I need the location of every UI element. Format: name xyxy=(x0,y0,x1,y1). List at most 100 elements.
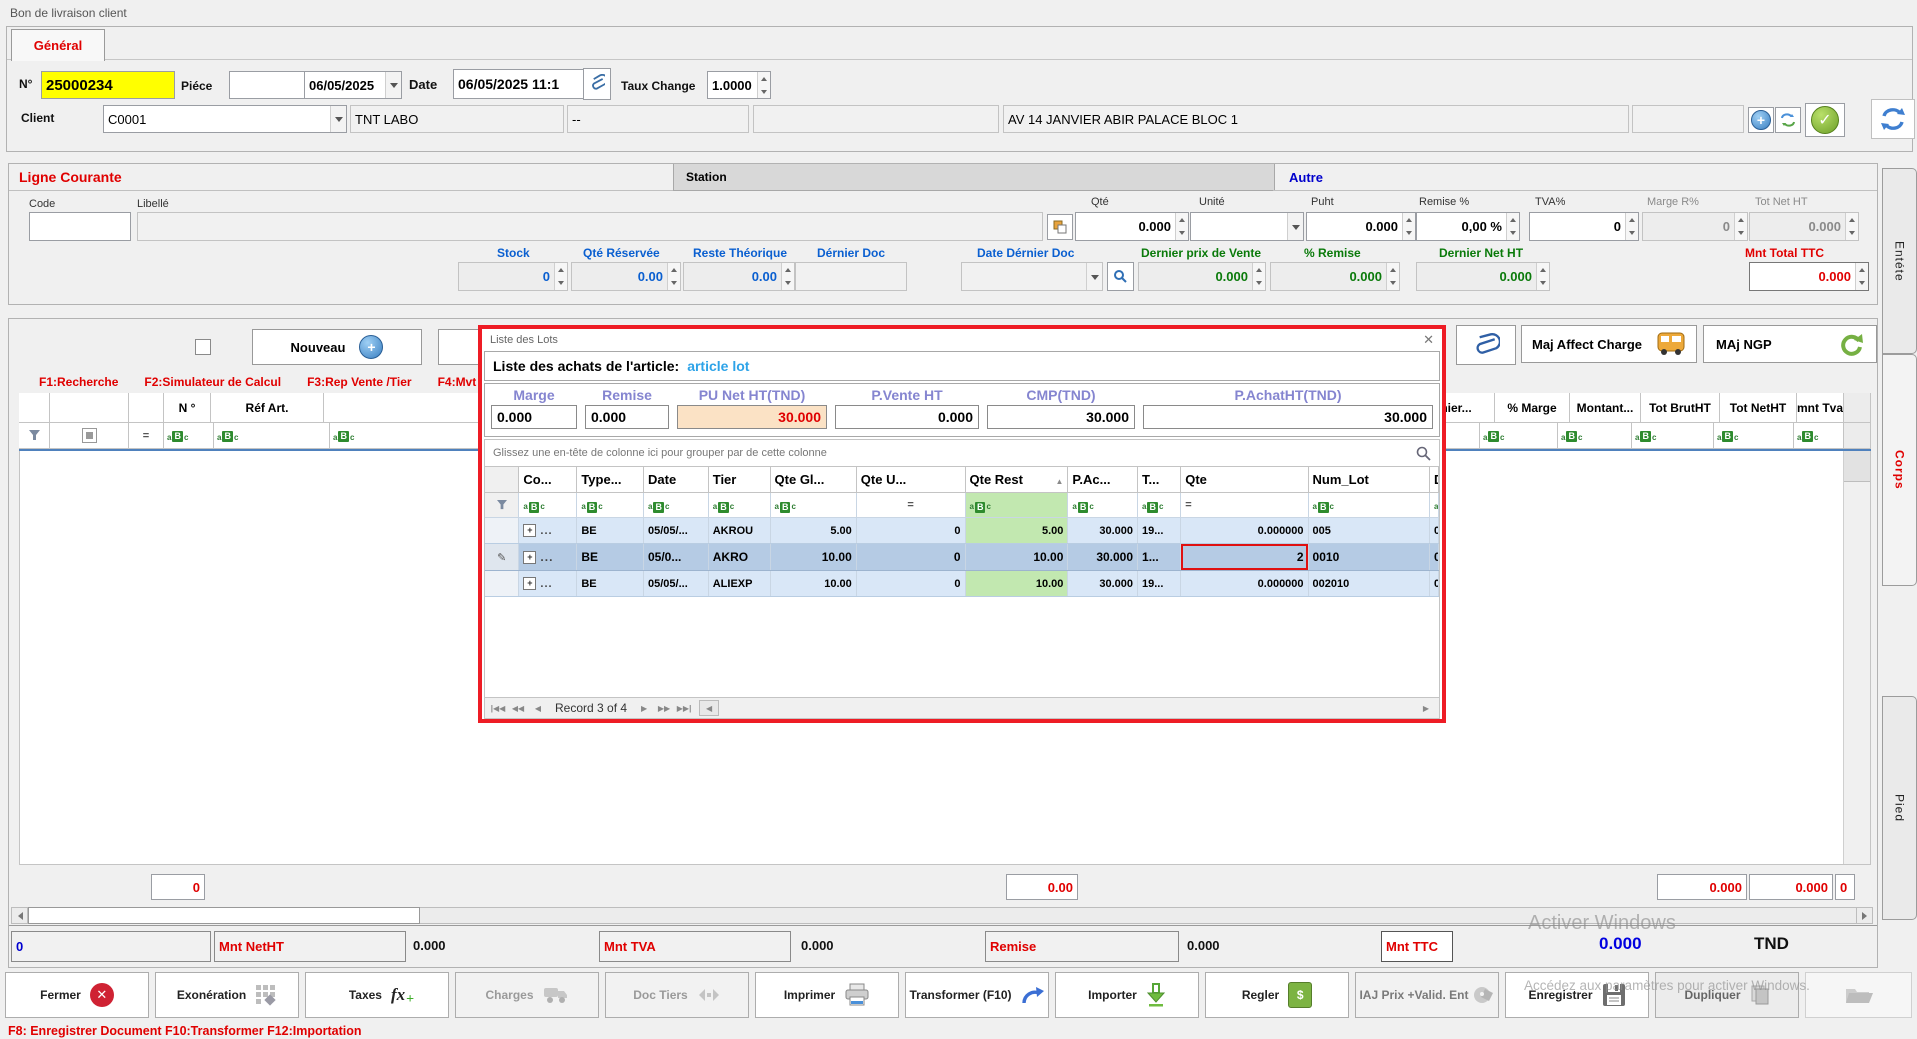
tva-input[interactable]: 0 xyxy=(1529,212,1639,241)
lot-filter-num-lot[interactable] xyxy=(1309,493,1430,517)
lot-filter-qte[interactable] xyxy=(1181,493,1308,517)
lot-col-qte-rest[interactable]: Qte Rest xyxy=(966,467,1069,493)
article-link[interactable]: article lot xyxy=(687,358,749,374)
chevron-down-icon[interactable] xyxy=(385,72,401,98)
remise-input[interactable]: 0,00 % xyxy=(1416,212,1520,241)
imprimer-button[interactable]: Imprimer xyxy=(755,972,899,1018)
nav-last-icon[interactable]: ▶▶| xyxy=(675,701,693,715)
tab-entete[interactable]: Entéte xyxy=(1882,168,1917,354)
lot-col-qte-u[interactable]: Qte U... xyxy=(857,467,966,493)
horizontal-scrollbar[interactable] xyxy=(11,907,1873,924)
col-tot-net[interactable]: Tot NetHT xyxy=(1720,393,1797,423)
importer-button[interactable]: Importer xyxy=(1055,972,1199,1018)
lot-filter-t[interactable] xyxy=(1138,493,1181,517)
doc-tiers-button[interactable]: Doc Tiers xyxy=(605,972,749,1018)
stat-marge-value[interactable]: 0.000 xyxy=(491,405,577,429)
lot-col-date2[interactable]: Date... xyxy=(1430,467,1439,493)
line-checkbox[interactable] xyxy=(195,339,211,355)
lot-col-p-ac[interactable]: P.Ac... xyxy=(1068,467,1138,493)
taux-change-field[interactable]: 1.0000 xyxy=(707,71,771,99)
puht-spinner[interactable] xyxy=(1402,213,1415,240)
filter-mnt-tva[interactable] xyxy=(1794,423,1844,449)
tva-spinner[interactable] xyxy=(1625,213,1638,240)
dupliquer-button[interactable]: Dupliquer xyxy=(1655,972,1799,1018)
col-montant[interactable]: Montant... xyxy=(1570,393,1641,423)
lot-filter-qte-u[interactable] xyxy=(857,493,966,517)
filter-eq-cell[interactable] xyxy=(129,423,164,449)
taux-spinner[interactable] xyxy=(757,72,770,98)
col-marge[interactable]: % Marge xyxy=(1495,393,1570,423)
puht-input[interactable]: 0.000 xyxy=(1306,212,1416,241)
filter-tot-net[interactable] xyxy=(1714,423,1794,449)
transformer-button[interactable]: Transformer (F10) xyxy=(905,972,1049,1018)
search-price-button[interactable] xyxy=(1107,262,1134,291)
filter-no[interactable] xyxy=(164,423,214,449)
lot-row-1[interactable]: BE 05/05/... AKROU 5.00 0 5.00 30.000 19… xyxy=(485,518,1439,544)
nav-next-icon[interactable]: ▶ xyxy=(635,701,653,715)
document-number-field[interactable]: 25000234 xyxy=(41,71,175,99)
col-no[interactable]: N ° xyxy=(164,393,211,423)
expand-icon[interactable] xyxy=(523,551,536,564)
ellipsis-icon[interactable] xyxy=(540,578,552,590)
libelle-input[interactable] xyxy=(137,212,1043,241)
scroll-right-arrow[interactable] xyxy=(1856,908,1872,923)
search-icon[interactable] xyxy=(1416,446,1431,461)
unite-combo[interactable] xyxy=(1190,212,1304,241)
stat-p-achat-value[interactable]: 30.000 xyxy=(1143,405,1433,429)
tab-pied[interactable]: Pied xyxy=(1882,696,1917,920)
tab-general[interactable]: Général xyxy=(11,29,105,61)
nav-prev-icon[interactable]: ◀ xyxy=(529,701,547,715)
regler-button[interactable]: Regler$ xyxy=(1205,972,1349,1018)
modal-group-bar[interactable]: Glissez une en-tête de colonne ici pour … xyxy=(484,439,1440,466)
lot-row-2-selected[interactable]: BE 05/0... AKRO 10.00 0 10.00 30.000 1..… xyxy=(485,544,1439,571)
chevron-down-icon[interactable] xyxy=(1086,263,1102,290)
stat-cmp-value[interactable]: 30.000 xyxy=(987,405,1135,429)
expand-icon[interactable] xyxy=(523,577,536,590)
filter-ref[interactable] xyxy=(214,423,330,449)
lot-filter-funnel[interactable] xyxy=(485,493,519,517)
col-mnt-tva[interactable]: mnt Tva xyxy=(1797,393,1844,423)
scrollbar-thumb[interactable] xyxy=(1844,451,1870,482)
date-dernier-doc-combo[interactable] xyxy=(961,262,1103,291)
filter-marge[interactable] xyxy=(1480,423,1558,449)
nav-scroll-left-icon[interactable]: ◀ xyxy=(699,700,719,716)
qte-spinner[interactable] xyxy=(1175,213,1188,240)
filter-montant[interactable] xyxy=(1558,423,1632,449)
lot-filter-qte-rest[interactable] xyxy=(966,493,1069,517)
iaj-prix-button[interactable]: IAJ Prix +Valid. Ent xyxy=(1355,972,1499,1018)
remise-spinner[interactable] xyxy=(1506,213,1519,240)
lot-filter-co[interactable] xyxy=(519,493,577,517)
stat-pu-net-value[interactable]: 30.000 xyxy=(677,405,827,429)
col-ref-art[interactable]: Réf Art. xyxy=(211,393,324,423)
tab-corps[interactable]: Corps xyxy=(1882,354,1917,586)
charges-button[interactable]: Charges xyxy=(455,972,599,1018)
nav-next-page-icon[interactable]: ▶▶ xyxy=(655,701,673,715)
nav-prev-page-icon[interactable]: ◀◀ xyxy=(509,701,527,715)
lot-col-num-lot[interactable]: Num_Lot xyxy=(1309,467,1430,493)
lot-col-qte-gl[interactable]: Qte Gl... xyxy=(771,467,857,493)
hscroll-thumb[interactable] xyxy=(28,907,420,924)
scroll-left-arrow[interactable] xyxy=(12,908,28,923)
lot-col-co[interactable]: Co... xyxy=(519,467,577,493)
stat-p-vente-value[interactable]: 0.000 xyxy=(835,405,979,429)
lot-col-qte[interactable]: Qte xyxy=(1181,467,1308,493)
lot-filter-qte-gl[interactable] xyxy=(771,493,857,517)
maj-affect-charge-button[interactable]: Maj Affect Charge xyxy=(1521,325,1697,363)
lot-filter-p-ac[interactable] xyxy=(1068,493,1138,517)
col-tot-brut[interactable]: Tot BrutHT xyxy=(1641,393,1720,423)
qte-input[interactable]: 0.000 xyxy=(1075,212,1189,241)
lot-filter-date[interactable] xyxy=(644,493,709,517)
refresh-client-button[interactable] xyxy=(1775,107,1801,133)
close-icon[interactable] xyxy=(1423,331,1434,349)
add-client-button[interactable] xyxy=(1748,107,1774,133)
stat-remise-value[interactable]: 0.000 xyxy=(585,405,669,429)
qte-edit-cell[interactable]: 2 xyxy=(1181,544,1308,570)
lot-col-tier[interactable]: Tier xyxy=(709,467,771,493)
attachment-button[interactable] xyxy=(1456,325,1516,365)
filter-check-cell[interactable] xyxy=(50,423,129,449)
maj-ngp-button[interactable]: MAj NGP xyxy=(1703,325,1877,363)
lot-col-date[interactable]: Date xyxy=(644,467,709,493)
attach-button[interactable] xyxy=(583,68,611,100)
vertical-scrollbar[interactable] xyxy=(1843,451,1870,864)
filter-tot-brut[interactable] xyxy=(1632,423,1714,449)
